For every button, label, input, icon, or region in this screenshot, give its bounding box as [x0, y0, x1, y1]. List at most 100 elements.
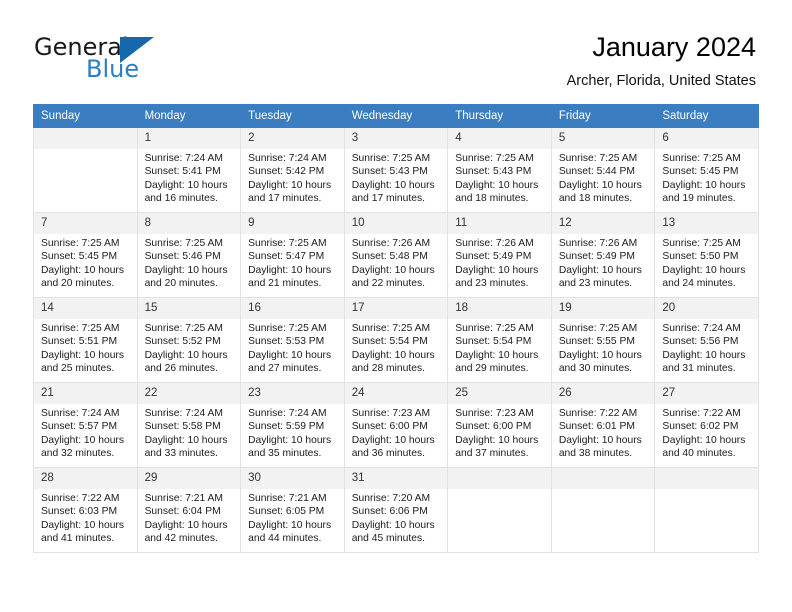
calendar-day-cell[interactable]: 16 Sunrise: 7:25 AM Sunset: 5:53 PM Dayligh… — [240, 297, 345, 383]
calendar-day-cell[interactable]: 28 Sunrise: 7:22 AM Sunset: 6:03 PM Dayligh… — [33, 467, 138, 553]
daylight-text-line1: Daylight: 10 hours — [351, 179, 435, 191]
calendar-day-cell[interactable]: 10 Sunrise: 7:26 AM Sunset: 5:48 PM Dayligh… — [343, 212, 449, 298]
calendar-week-row: 21 Sunrise: 7:24 AM Sunset: 5:57 PM Dayligh… — [33, 382, 759, 468]
calendar-day-cell[interactable]: 12 Sunrise: 7:26 AM Sunset: 5:49 PM Dayligh… — [550, 212, 656, 298]
day-info: Sunrise: 7:22 AM Sunset: 6:02 PM Daylight:… — [655, 404, 758, 460]
day-number: 4 — [448, 128, 551, 149]
calendar-day-cell[interactable]: 24 Sunrise: 7:23 AM Sunset: 6:00 PM Dayligh… — [343, 382, 449, 468]
calendar-day-cell[interactable]: 9 Sunrise: 7:25 AM Sunset: 5:47 PM Daylight… — [240, 212, 345, 298]
calendar-day-cell[interactable]: 14 Sunrise: 7:25 AM Sunset: 5:51 PM Dayligh… — [33, 297, 138, 383]
day-number: 24 — [344, 383, 448, 404]
calendar-day-cell[interactable]: 18 Sunrise: 7:25 AM Sunset: 5:54 PM Dayligh… — [447, 297, 552, 383]
calendar-page: General Blue January 2024 Archer, Florid… — [0, 0, 792, 612]
day-info: Sunrise: 7:24 AM Sunset: 5:41 PM Daylight:… — [138, 149, 241, 205]
sunset-text: Sunset: 5:53 PM — [248, 336, 325, 348]
calendar-day-cell[interactable]: 17 Sunrise: 7:25 AM Sunset: 5:54 PM Dayligh… — [343, 297, 449, 383]
daylight-text-line1: Daylight: 10 hours — [144, 349, 228, 361]
day-number — [34, 128, 137, 149]
weekday-header-tuesday: Tuesday — [240, 104, 345, 128]
calendar-day-cell[interactable]: 1 Sunrise: 7:24 AM Sunset: 5:41 PM Daylight… — [136, 127, 242, 213]
calendar-body: 1 Sunrise: 7:24 AM Sunset: 5:41 PM Daylight… — [33, 127, 759, 553]
calendar-day-cell[interactable]: 31 Sunrise: 7:20 AM Sunset: 6:06 PM Dayligh… — [343, 467, 449, 553]
sunrise-text: Sunrise: 7:24 AM — [144, 408, 223, 419]
calendar-day-cell[interactable]: 5 Sunrise: 7:25 AM Sunset: 5:44 PM Daylight… — [550, 127, 656, 213]
sunset-text: Sunset: 5:46 PM — [144, 251, 221, 263]
calendar-day-cell[interactable]: 26 Sunrise: 7:22 AM Sunset: 6:01 PM Dayligh… — [550, 382, 656, 468]
day-number: 19 — [551, 298, 655, 319]
sunset-text: Sunset: 5:54 PM — [455, 336, 532, 348]
calendar-day-cell[interactable]: 7 Sunrise: 7:25 AM Sunset: 5:45 PM Daylight… — [33, 212, 138, 298]
calendar-day-cell[interactable]: 30 Sunrise: 7:21 AM Sunset: 6:05 PM Dayligh… — [240, 467, 345, 553]
sunset-text: Sunset: 5:57 PM — [41, 421, 118, 433]
calendar-day-cell[interactable]: 4 Sunrise: 7:25 AM Sunset: 5:43 PM Daylight… — [447, 127, 552, 213]
calendar-day-cell[interactable]: 23 Sunrise: 7:24 AM Sunset: 5:59 PM Dayligh… — [240, 382, 345, 468]
daylight-text-line1: Daylight: 10 hours — [351, 434, 435, 446]
day-number: 8 — [137, 213, 241, 234]
calendar-day-cell[interactable]: 27 Sunrise: 7:22 AM Sunset: 6:02 PM Dayligh… — [654, 382, 759, 468]
day-number: 10 — [344, 213, 448, 234]
day-number: 3 — [344, 128, 448, 149]
sunrise-text: Sunrise: 7:25 AM — [662, 153, 741, 164]
daylight-text-line1: Daylight: 10 hours — [558, 179, 642, 191]
sunrise-text: Sunrise: 7:24 AM — [144, 153, 223, 164]
sunset-text: Sunset: 6:00 PM — [455, 421, 532, 433]
calendar-day-cell[interactable]: 29 Sunrise: 7:21 AM Sunset: 6:04 PM Dayligh… — [136, 467, 242, 553]
sunrise-text: Sunrise: 7:25 AM — [248, 238, 327, 249]
day-info: Sunrise: 7:20 AM Sunset: 6:06 PM Daylight:… — [345, 489, 448, 545]
calendar-day-cell[interactable]: 3 Sunrise: 7:25 AM Sunset: 5:43 PM Daylight… — [343, 127, 449, 213]
daylight-text-line2: and 38 minutes. — [558, 447, 633, 459]
daylight-text-line1: Daylight: 10 hours — [662, 179, 746, 191]
daylight-text-line2: and 23 minutes. — [455, 277, 529, 289]
calendar-day-cell[interactable]: 22 Sunrise: 7:24 AM Sunset: 5:58 PM Dayligh… — [136, 382, 242, 468]
sunset-text: Sunset: 5:59 PM — [248, 421, 325, 433]
calendar-day-cell[interactable]: 20 Sunrise: 7:24 AM Sunset: 5:56 PM Dayligh… — [654, 297, 759, 383]
calendar-week-row: 1 Sunrise: 7:24 AM Sunset: 5:41 PM Daylight… — [33, 127, 759, 213]
day-number: 27 — [655, 383, 758, 404]
daylight-text-line1: Daylight: 10 hours — [455, 349, 539, 361]
day-info: Sunrise: 7:21 AM Sunset: 6:04 PM Daylight:… — [138, 489, 241, 545]
daylight-text-line2: and 21 minutes. — [248, 277, 322, 289]
sunset-text: Sunset: 5:49 PM — [455, 251, 532, 263]
day-info: Sunrise: 7:23 AM Sunset: 6:00 PM Daylight:… — [448, 404, 551, 460]
calendar-week-row: 14 Sunrise: 7:25 AM Sunset: 5:51 PM Dayligh… — [33, 297, 759, 383]
sunrise-text: Sunrise: 7:21 AM — [248, 493, 327, 504]
daylight-text-line2: and 30 minutes. — [558, 362, 633, 374]
daylight-text-line2: and 23 minutes. — [558, 277, 633, 289]
daylight-text-line2: and 31 minutes. — [662, 362, 736, 374]
calendar-week-row: 28 Sunrise: 7:22 AM Sunset: 6:03 PM Dayligh… — [33, 467, 759, 553]
sunset-text: Sunset: 5:43 PM — [351, 166, 428, 178]
sunset-text: Sunset: 6:05 PM — [248, 506, 325, 518]
general-blue-logo[interactable]: General Blue — [34, 33, 214, 83]
calendar-day-cell[interactable]: 21 Sunrise: 7:24 AM Sunset: 5:57 PM Dayligh… — [33, 382, 138, 468]
title-block: January 2024 Archer, Florida, United Sta… — [567, 30, 756, 91]
day-info: Sunrise: 7:26 AM Sunset: 5:49 PM Daylight:… — [552, 234, 655, 290]
daylight-text-line2: and 17 minutes. — [351, 192, 425, 204]
daylight-text-line2: and 24 minutes. — [662, 277, 736, 289]
daylight-text-line2: and 16 minutes. — [144, 192, 218, 204]
calendar-day-cell[interactable]: 6 Sunrise: 7:25 AM Sunset: 5:45 PM Daylight… — [654, 127, 759, 213]
sunset-text: Sunset: 5:58 PM — [144, 421, 221, 433]
daylight-text-line2: and 45 minutes. — [351, 532, 425, 544]
day-number: 14 — [34, 298, 137, 319]
calendar-day-cell[interactable]: 2 Sunrise: 7:24 AM Sunset: 5:42 PM Daylight… — [240, 127, 345, 213]
sunset-text: Sunset: 6:01 PM — [558, 421, 635, 433]
calendar-day-cell[interactable]: 13 Sunrise: 7:25 AM Sunset: 5:50 PM Dayligh… — [654, 212, 759, 298]
daylight-text-line2: and 20 minutes. — [41, 277, 115, 289]
sunset-text: Sunset: 5:51 PM — [41, 336, 118, 348]
calendar-day-cell[interactable]: 25 Sunrise: 7:23 AM Sunset: 6:00 PM Dayligh… — [447, 382, 552, 468]
daylight-text-line1: Daylight: 10 hours — [248, 434, 332, 446]
sunset-text: Sunset: 5:55 PM — [558, 336, 635, 348]
calendar-day-cell[interactable]: 19 Sunrise: 7:25 AM Sunset: 5:55 PM Dayligh… — [550, 297, 656, 383]
calendar-day-cell[interactable]: 8 Sunrise: 7:25 AM Sunset: 5:46 PM Daylight… — [136, 212, 242, 298]
daylight-text-line2: and 29 minutes. — [455, 362, 529, 374]
daylight-text-line2: and 28 minutes. — [351, 362, 425, 374]
sunrise-text: Sunrise: 7:24 AM — [662, 323, 741, 334]
daylight-text-line1: Daylight: 10 hours — [455, 434, 539, 446]
day-number: 9 — [241, 213, 344, 234]
sunrise-text: Sunrise: 7:22 AM — [558, 408, 638, 419]
day-info: Sunrise: 7:24 AM Sunset: 5:42 PM Daylight:… — [241, 149, 344, 205]
calendar-day-cell[interactable]: 15 Sunrise: 7:25 AM Sunset: 5:52 PM Dayligh… — [136, 297, 242, 383]
sunrise-text: Sunrise: 7:24 AM — [41, 408, 120, 419]
calendar-day-cell[interactable]: 11 Sunrise: 7:26 AM Sunset: 5:49 PM Dayligh… — [447, 212, 552, 298]
sunrise-text: Sunrise: 7:26 AM — [351, 238, 431, 249]
